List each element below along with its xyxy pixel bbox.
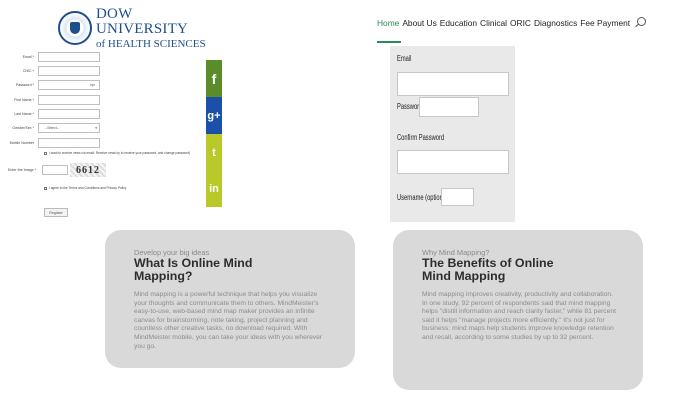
form-row-password: Password * hpr [0, 79, 100, 91]
nav-item-fee-payment[interactable]: Fee Payment [580, 18, 630, 28]
form-row-email: Email * [0, 51, 100, 63]
linkedin-icon[interactable]: in [206, 171, 222, 207]
last-name-label: Last Name * [14, 112, 34, 116]
panel-confirm-password-label: Confirm Password [397, 133, 445, 142]
checkbox-icon [44, 186, 47, 190]
email-label: Email * [22, 55, 34, 59]
first-name-label: First Name * [14, 98, 34, 102]
card-title: The Benefits of Online Mind Mapping [422, 257, 622, 283]
card-title: What Is Online Mind Mapping? [134, 257, 334, 283]
active-nav-underline [377, 41, 401, 43]
gender-select-value: --Select-- [45, 126, 59, 130]
form-row-cnic: CNIC * [0, 65, 100, 77]
card-title-line: Mind Mapping [422, 269, 506, 283]
nav-item-oric[interactable]: ORIC [510, 18, 531, 28]
panel-email-field[interactable] [397, 72, 509, 96]
form-row-last-name: Last Name * [0, 108, 100, 120]
cnic-field[interactable] [38, 66, 100, 76]
signup-panel: Email Password Confirm Password Username… [390, 46, 515, 222]
nav-item-clinical[interactable]: Clinical [480, 18, 507, 28]
cnic-label: CNIC * [22, 69, 34, 73]
form-row-first-name: First Name * [0, 94, 100, 106]
card-body: Mind mapping is a powerful technique tha… [134, 291, 323, 350]
facebook-icon[interactable]: f [206, 60, 222, 97]
news-consent-text: I want to receive news via email. Receiv… [49, 151, 191, 155]
captcha-input[interactable] [42, 165, 68, 175]
terms-text: I agree to the Terms and Conditions and … [49, 186, 127, 190]
nav-item-diagnostics[interactable]: Diagnostics [534, 18, 577, 28]
first-name-field[interactable] [38, 95, 100, 105]
university-seal-icon [58, 11, 92, 45]
form-row-gender: Gender/Sex * --Select-- ▾ [0, 122, 100, 134]
panel-confirm-password-field[interactable] [397, 150, 509, 174]
captcha-image: 6612 [70, 163, 106, 177]
captcha-label: Enter the Image * [8, 168, 36, 172]
logo-title: DOW UNIVERSITY [96, 5, 188, 37]
logo-subtitle: of HEALTH SCIENCES [96, 37, 206, 50]
mobile-field[interactable] [38, 138, 100, 148]
card-title-line: Mapping? [134, 269, 193, 283]
email-field[interactable] [38, 52, 100, 62]
register-button[interactable]: Register [44, 208, 68, 217]
checkbox-icon [44, 151, 47, 155]
google-plus-icon[interactable]: g+ [206, 97, 222, 134]
gender-label: Gender/Sex * [12, 126, 34, 130]
benefits-card: Why Mind Mapping? The Benefits of Online… [393, 230, 643, 390]
gender-select[interactable]: --Select-- ▾ [38, 123, 100, 133]
main-nav: Home About Us Education Clinical ORIC Di… [377, 18, 633, 28]
nav-item-education[interactable]: Education [440, 18, 477, 28]
nav-item-home[interactable]: Home [377, 18, 399, 28]
nav-item-about-us[interactable]: About Us [402, 18, 436, 28]
card-body: Mind mapping improves creativity, produc… [422, 291, 616, 341]
university-logo[interactable]: DOW UNIVERSITY of HEALTH SCIENCES [58, 5, 208, 49]
last-name-field[interactable] [38, 109, 100, 119]
search-icon[interactable] [637, 17, 646, 26]
chevron-down-icon: ▾ [95, 126, 97, 130]
news-consent-checkbox[interactable]: I want to receive news via email. Receiv… [44, 151, 190, 155]
form-row-mobile: Mobile Number [0, 137, 100, 149]
mobile-label: Mobile Number [9, 141, 34, 145]
panel-username-field[interactable] [441, 188, 474, 206]
twitter-icon[interactable]: t [206, 134, 222, 171]
mind-mapping-card: Develop your big ideas What Is Online Mi… [105, 230, 355, 368]
password-field[interactable]: hpr [38, 80, 100, 90]
panel-password-field[interactable] [419, 97, 479, 117]
panel-email-label: Email [397, 54, 412, 63]
terms-checkbox[interactable]: I agree to the Terms and Conditions and … [44, 186, 126, 190]
password-label: Password * [15, 83, 34, 87]
